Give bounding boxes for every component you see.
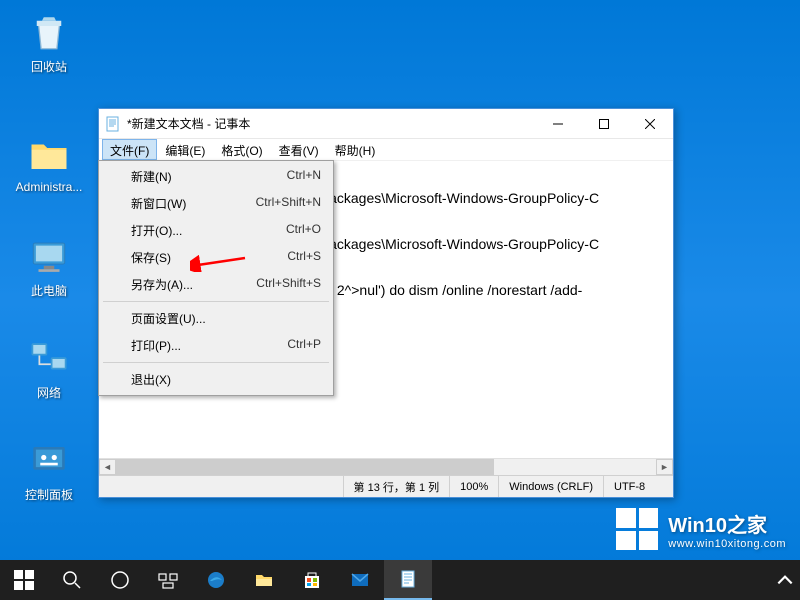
task-view-button[interactable] bbox=[144, 560, 192, 600]
status-position: 第 13 行，第 1 列 bbox=[343, 476, 450, 497]
maximize-button[interactable] bbox=[581, 109, 627, 139]
close-button[interactable] bbox=[627, 109, 673, 139]
desktop-icon-this-pc[interactable]: 此电脑 bbox=[12, 236, 86, 299]
folder-icon bbox=[28, 134, 70, 176]
taskbar-explorer[interactable] bbox=[240, 560, 288, 600]
windows-logo-icon bbox=[616, 508, 658, 550]
horizontal-scrollbar[interactable]: ◄ ► bbox=[99, 458, 673, 475]
desktop-icon-admin-folder[interactable]: Administra... bbox=[12, 134, 86, 194]
system-tray[interactable] bbox=[770, 560, 800, 600]
start-button[interactable] bbox=[0, 560, 48, 600]
cortana-button[interactable] bbox=[96, 560, 144, 600]
tray-chevron-up-icon[interactable] bbox=[770, 560, 800, 600]
annotation-arrow-icon bbox=[190, 252, 250, 272]
menu-item-page-setup[interactable]: 页面设置(U)... bbox=[101, 305, 331, 332]
control-panel-icon bbox=[28, 440, 70, 482]
menu-edit[interactable]: 编辑(E) bbox=[157, 139, 213, 160]
menu-item-exit[interactable]: 退出(X) bbox=[101, 366, 331, 393]
desktop-icon-network[interactable]: 网络 bbox=[12, 338, 86, 401]
scroll-thumb[interactable] bbox=[116, 459, 494, 475]
menu-item-new[interactable]: 新建(N)Ctrl+N bbox=[101, 163, 331, 190]
menu-item-print[interactable]: 打印(P)...Ctrl+P bbox=[101, 332, 331, 359]
recycle-bin-icon bbox=[28, 12, 70, 54]
taskbar-mail[interactable] bbox=[336, 560, 384, 600]
network-icon bbox=[28, 338, 70, 380]
menu-separator bbox=[103, 362, 329, 363]
menu-item-open[interactable]: 打开(O)...Ctrl+O bbox=[101, 217, 331, 244]
menu-separator bbox=[103, 301, 329, 302]
status-zoom: 100% bbox=[449, 476, 498, 497]
desktop-icon-recycle-bin[interactable]: 回收站 bbox=[12, 12, 86, 75]
menu-item-new-window[interactable]: 新窗口(W)Ctrl+Shift+N bbox=[101, 190, 331, 217]
menubar: 文件(F) 编辑(E) 格式(O) 查看(V) 帮助(H) bbox=[99, 139, 673, 161]
scroll-right-button[interactable]: ► bbox=[656, 459, 673, 475]
window-title: *新建文本文档 - 记事本 bbox=[127, 115, 535, 132]
statusbar: 第 13 行，第 1 列 100% Windows (CRLF) UTF-8 bbox=[99, 475, 673, 497]
menu-help[interactable]: 帮助(H) bbox=[327, 139, 384, 160]
notepad-icon bbox=[105, 116, 121, 132]
menu-view[interactable]: 查看(V) bbox=[271, 139, 327, 160]
taskbar bbox=[0, 560, 800, 600]
scroll-left-button[interactable]: ◄ bbox=[99, 459, 116, 475]
search-button[interactable] bbox=[48, 560, 96, 600]
menu-item-save-as[interactable]: 另存为(A)...Ctrl+Shift+S bbox=[101, 271, 331, 298]
status-encoding: UTF-8 bbox=[603, 476, 673, 497]
taskbar-edge[interactable] bbox=[192, 560, 240, 600]
watermark: Win10之家 www.win10xitong.com bbox=[616, 508, 786, 550]
desktop-icon-control-panel[interactable]: 控制面板 bbox=[12, 440, 86, 503]
taskbar-notepad[interactable] bbox=[384, 560, 432, 600]
minimize-button[interactable] bbox=[535, 109, 581, 139]
file-menu-dropdown: 新建(N)Ctrl+N 新窗口(W)Ctrl+Shift+N 打开(O)...C… bbox=[98, 160, 334, 396]
status-eol: Windows (CRLF) bbox=[498, 476, 603, 497]
menu-format[interactable]: 格式(O) bbox=[213, 139, 270, 160]
computer-icon bbox=[28, 236, 70, 278]
menu-file[interactable]: 文件(F) bbox=[102, 139, 157, 160]
taskbar-store[interactable] bbox=[288, 560, 336, 600]
titlebar[interactable]: *新建文本文档 - 记事本 bbox=[99, 109, 673, 139]
